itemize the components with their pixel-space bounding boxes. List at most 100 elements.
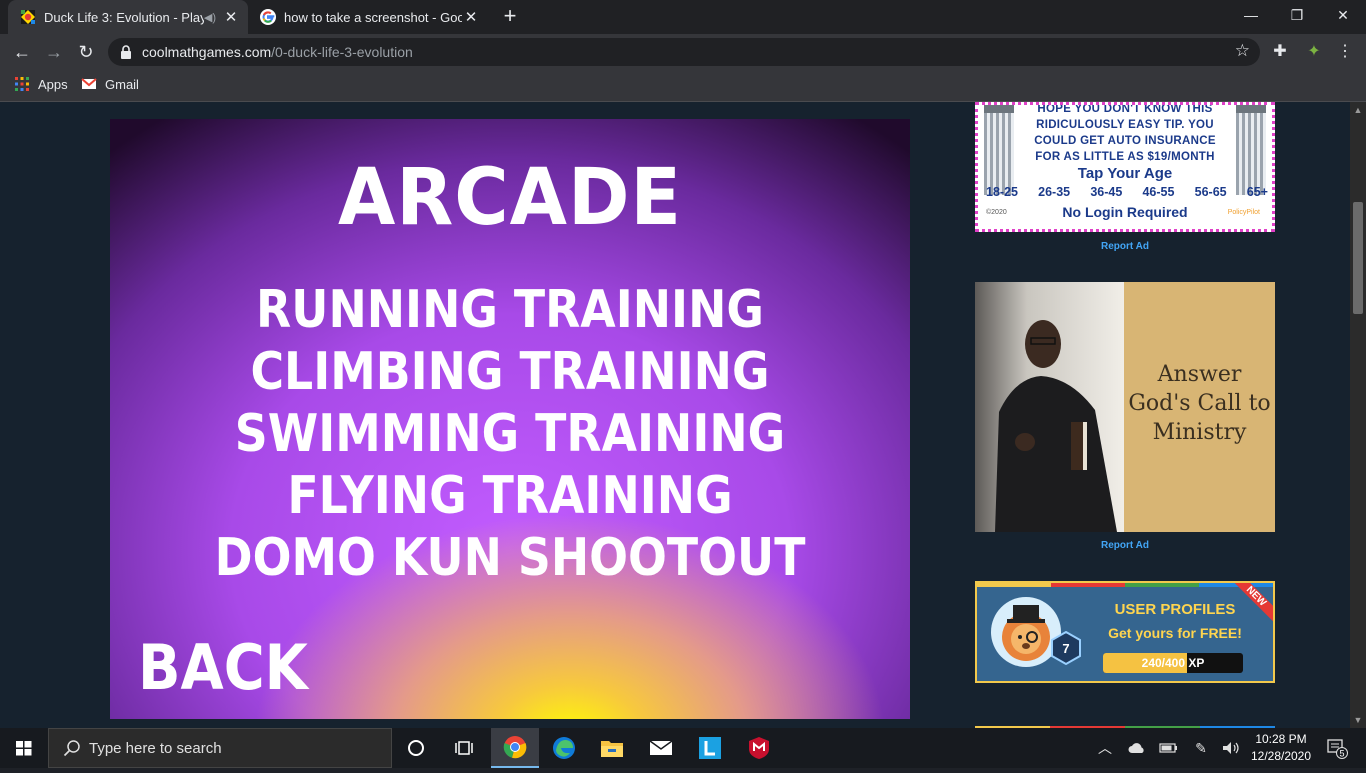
cortana-icon[interactable] xyxy=(392,728,440,768)
chrome-taskbar-icon[interactable] xyxy=(491,728,539,768)
scroll-up-icon[interactable]: ▲ xyxy=(1350,102,1366,118)
windows-taskbar: Type here to search ︿ ✎ 10:28 PM 12/28/2… xyxy=(0,728,1366,768)
minimize-icon[interactable]: — xyxy=(1228,0,1274,30)
ad-line: HOPE YOU DON'T KNOW THIS xyxy=(1037,103,1213,115)
promo-title: USER PROFILES xyxy=(1114,601,1236,618)
page-scrollbar[interactable]: ▲ ▼ xyxy=(1350,102,1366,728)
gmail-icon xyxy=(81,78,97,89)
url-path: /0-duck-life-3-evolution xyxy=(271,44,413,60)
person-holding-book-illustration xyxy=(975,282,1124,532)
tab-duck-life[interactable]: Duck Life 3: Evolution - Play ◀) ✕ xyxy=(8,0,248,34)
google-favicon-icon xyxy=(260,9,276,25)
tab-title: Duck Life 3: Evolution - Play xyxy=(44,9,204,25)
browser-toolbar: ← → ↻ coolmathgames.com/0-duck-life-3-ev… xyxy=(0,34,1366,70)
windows-logo-icon xyxy=(16,741,32,756)
ministry-text: Answer God's Call to Ministry xyxy=(1124,360,1275,447)
ministry-panel: Answer God's Call to Ministry xyxy=(1124,282,1275,532)
ad-line: FOR AS LITTLE AS $19/MONTH xyxy=(1035,151,1215,163)
file-explorer-icon[interactable] xyxy=(588,728,636,768)
menu-flying-training[interactable]: FLYING TRAINING xyxy=(158,465,862,527)
age-option[interactable]: 46-55 xyxy=(1142,185,1174,199)
task-view-icon[interactable] xyxy=(440,728,488,768)
apps-grid-icon xyxy=(15,77,29,91)
search-placeholder: Type here to search xyxy=(89,739,222,757)
back-button[interactable]: BACK xyxy=(138,631,308,704)
tap-your-age: Tap Your Age xyxy=(1077,165,1173,182)
address-bar[interactable]: coolmathgames.com/0-duck-life-3-evolutio… xyxy=(108,38,1260,66)
coolmath-favicon-icon xyxy=(21,10,35,24)
level-badge-icon: 7 xyxy=(1051,631,1081,665)
speaker-photo xyxy=(975,282,1124,532)
age-option[interactable]: 36-45 xyxy=(1090,185,1122,199)
mail-icon[interactable] xyxy=(637,728,685,768)
age-option[interactable]: 18-25 xyxy=(986,185,1018,199)
ministry-line: God's Call to xyxy=(1128,391,1271,416)
ministry-ad[interactable]: Answer God's Call to Ministry xyxy=(975,282,1275,532)
insurance-ad[interactable]: HOPE YOU DON'T KNOW THIS RIDICULOUSLY EA… xyxy=(975,102,1275,232)
notification-center-icon[interactable]: 5 xyxy=(1322,728,1352,768)
scroll-down-icon[interactable]: ▼ xyxy=(1350,712,1366,728)
new-tab-icon[interactable]: + xyxy=(498,4,522,28)
menu-running-training[interactable]: RUNNING TRAINING xyxy=(158,279,862,341)
user-profiles-promo[interactable]: 7 USER PROFILES Get yours for FREE! 240/… xyxy=(975,581,1275,683)
profile-extension-icon[interactable]: ✦ xyxy=(1302,40,1326,64)
page-viewport: ARCADE RUNNING TRAINING CLIMBING TRAININ… xyxy=(0,102,1350,728)
lock-icon xyxy=(121,45,131,59)
ministry-line: Answer xyxy=(1157,362,1242,387)
notification-count: 5 xyxy=(1339,749,1344,759)
pen-icon[interactable]: ✎ xyxy=(1188,728,1214,768)
close-window-icon[interactable]: ✕ xyxy=(1320,0,1366,30)
report-ad-link[interactable]: Report Ad xyxy=(975,241,1275,252)
bookmark-star-icon[interactable]: ☆ xyxy=(1235,41,1250,61)
taskbar-search-box[interactable]: Type here to search xyxy=(48,728,392,768)
bookmarks-bar: Apps Gmail xyxy=(0,70,1366,102)
ad-line: COULD GET AUTO INSURANCE xyxy=(1034,135,1216,147)
onedrive-cloud-icon[interactable] xyxy=(1124,728,1150,768)
back-arrow-icon[interactable]: ← xyxy=(8,38,36,66)
xp-progress-bar: 240/400 XP xyxy=(1103,653,1243,673)
ad-line: RIDICULOUSLY EASY TIP. YOU xyxy=(1036,119,1214,131)
age-options: 18-25 26-35 36-45 46-55 56-65 65+ xyxy=(986,185,1268,199)
reload-icon[interactable]: ↻ xyxy=(72,38,100,66)
ministry-line: Ministry xyxy=(1152,420,1247,445)
bookmark-label: Gmail xyxy=(105,76,139,92)
bookmark-label: Apps xyxy=(38,76,68,92)
ad-brand: PolicyPilot xyxy=(1227,209,1260,216)
tab-google-search[interactable]: how to take a screenshot - Goog ✕ xyxy=(248,0,488,34)
url-text: coolmathgames.com/0-duck-life-3-evolutio… xyxy=(142,44,413,60)
edge-taskbar-icon[interactable] xyxy=(540,728,588,768)
game-canvas[interactable]: ARCADE RUNNING TRAINING CLIMBING TRAININ… xyxy=(110,119,910,719)
bookmark-gmail[interactable]: Gmail xyxy=(81,76,139,92)
url-host: coolmathgames.com xyxy=(142,44,272,60)
age-option[interactable]: 65+ xyxy=(1247,185,1268,199)
bookmark-apps[interactable]: Apps xyxy=(14,76,68,92)
age-option[interactable]: 26-35 xyxy=(1038,185,1070,199)
search-icon xyxy=(63,740,80,757)
scrollbar-thumb[interactable] xyxy=(1353,202,1363,314)
report-ad-link[interactable]: Report Ad xyxy=(975,540,1275,551)
promo-subtitle: Get yours for FREE! xyxy=(1108,625,1242,641)
menu-kebab-icon[interactable]: ⋮ xyxy=(1333,40,1357,64)
tab-strip: Duck Life 3: Evolution - Play ◀) ✕ how t… xyxy=(0,0,1366,34)
restore-icon[interactable]: ❐ xyxy=(1274,0,1320,30)
forward-arrow-icon[interactable]: → xyxy=(40,38,68,66)
speaker-icon[interactable]: ◀) xyxy=(204,11,216,24)
close-tab-icon[interactable]: ✕ xyxy=(462,8,480,26)
windows-start-button[interactable] xyxy=(0,728,48,768)
menu-swimming-training[interactable]: SWIMMING TRAINING xyxy=(158,403,862,465)
clock-date: 12/28/2020 xyxy=(1250,749,1312,763)
mcafee-icon[interactable] xyxy=(735,728,783,768)
color-stripe xyxy=(977,583,1273,587)
xp-text: 240/400 XP xyxy=(1141,656,1205,670)
battery-icon[interactable] xyxy=(1156,728,1182,768)
close-tab-icon[interactable]: ✕ xyxy=(222,8,240,26)
l-app-icon[interactable] xyxy=(686,728,734,768)
show-hidden-icons-chevron-icon[interactable]: ︿ xyxy=(1094,728,1116,768)
menu-climbing-training[interactable]: CLIMBING TRAINING xyxy=(158,341,862,403)
extensions-puzzle-icon[interactable]: ✚ xyxy=(1268,40,1292,64)
volume-icon[interactable] xyxy=(1218,728,1244,768)
taskbar-clock[interactable]: 10:28 PM 12/28/2020 xyxy=(1244,731,1318,765)
menu-domo-kun-shootout[interactable]: DOMO KUN SHOOTOUT xyxy=(158,527,862,589)
clock-time: 10:28 PM xyxy=(1255,732,1307,746)
age-option[interactable]: 56-65 xyxy=(1195,185,1227,199)
